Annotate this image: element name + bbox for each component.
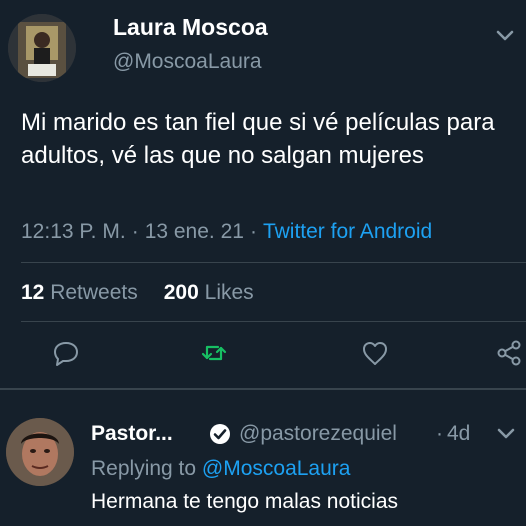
tweet-time: 12:13 P. M. [21,220,126,243]
retweets-label: Retweets [50,281,138,304]
likes-stat[interactable]: 200 Likes [164,281,254,304]
likes-count: 200 [163,281,199,304]
reply-text: Hermana te tengo malas noticias [91,490,398,513]
replying-label: Replying to [91,457,197,480]
tweet-text: Mi marido es tan fiel que si vé película… [21,109,495,169]
replying-mention-link[interactable]: @MoscoaLaura [202,457,351,480]
author-name[interactable]: Laura Moscoa [113,14,268,41]
share-icon[interactable] [494,338,524,368]
verified-badge-icon [210,424,230,444]
likes-label: Likes [204,281,254,304]
reply-separator: · [436,422,443,445]
retweets-count: 12 [21,281,45,304]
avatar[interactable] [6,418,74,486]
retweets-stat[interactable]: 12 Retweets [21,281,138,304]
tweet-source-link[interactable]: Twitter for Android [263,220,432,243]
retweet-icon[interactable] [199,338,229,368]
tweet-date: 13 ene. 21 [144,220,244,243]
reply-author-handle[interactable]: @pastorezequiel [239,422,397,446]
tweet-meta: 12:13 P. M. · 13 ene. 21 · Twitter for Andro… [21,220,432,244]
reply-author-name[interactable]: Pastor... [91,422,173,446]
reply-tweet[interactable]: Pastor... @pastorezequiel · 4d Replying … [0,390,526,526]
reply-icon[interactable] [51,338,81,368]
tweet-stats: 12 Retweets 200 Likes [21,281,254,305]
chevron-down-icon[interactable] [494,28,516,44]
meta-separator: · [249,220,257,243]
like-icon[interactable] [360,338,390,368]
main-tweet: Laura Moscoa @MoscoaLaura Mi marido es t… [0,0,526,388]
divider [21,321,526,322]
avatar[interactable] [8,14,76,82]
replying-to: Replying to @MoscoaLaura [91,457,350,481]
meta-separator: · [131,220,139,243]
author-handle[interactable]: @MoscoaLaura [113,50,262,74]
chevron-down-icon[interactable] [496,426,516,442]
divider [21,262,526,263]
reply-time[interactable]: 4d [447,422,470,446]
